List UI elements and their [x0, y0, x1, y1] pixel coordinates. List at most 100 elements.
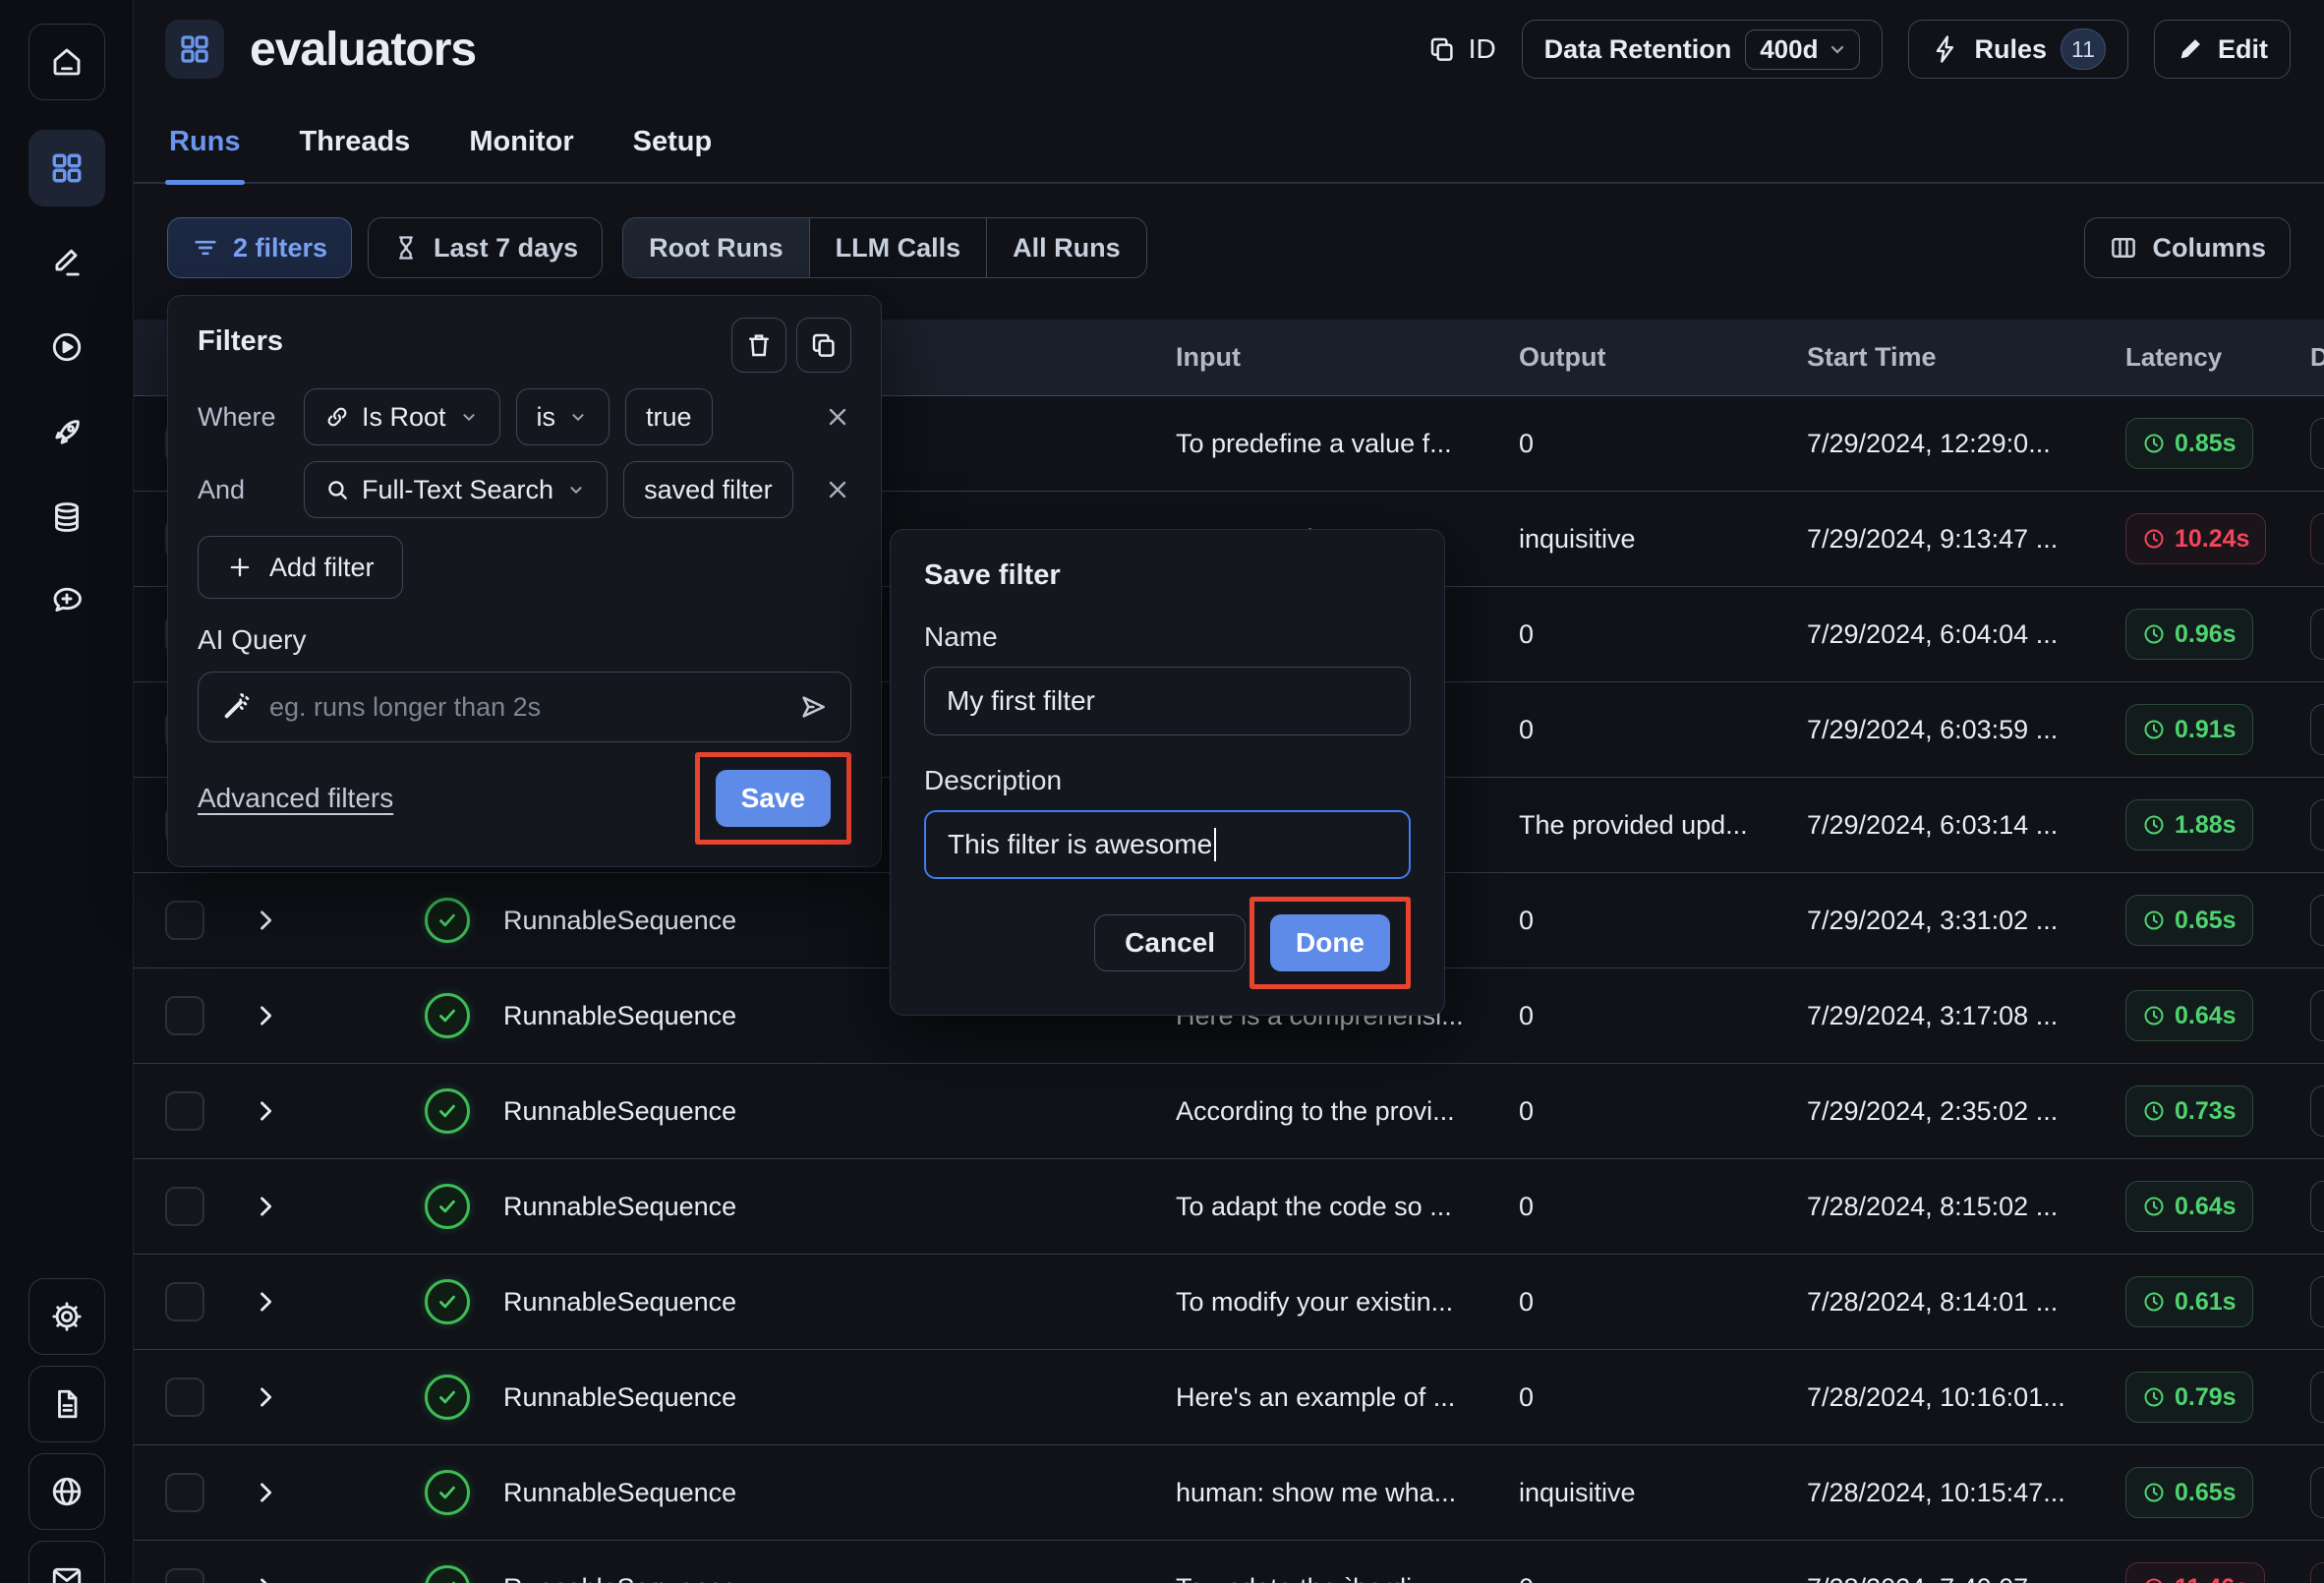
table-row[interactable]: RunnableSequence human: show me wha... i…: [134, 1445, 2324, 1541]
segment-llm-calls[interactable]: LLM Calls: [808, 218, 987, 277]
edit-button[interactable]: Edit: [2154, 20, 2291, 79]
run-output: 0: [1519, 618, 1535, 649]
table-row[interactable]: RunnableSequence To modify your existin.…: [134, 1255, 2324, 1350]
row-checkbox[interactable]: [165, 1378, 204, 1417]
operator-select[interactable]: is: [515, 388, 610, 445]
delete-filters-button[interactable]: [731, 318, 786, 373]
run-name[interactable]: RunnableSequence: [503, 1287, 1176, 1318]
sidebar-item-mail[interactable]: [29, 1541, 105, 1583]
table-row[interactable]: RunnableSequence Here's an example of ..…: [134, 1350, 2324, 1445]
table-row[interactable]: RunnableSequence According to the provi.…: [134, 1064, 2324, 1159]
data-retention-button[interactable]: Data Retention 400d: [1521, 20, 1884, 79]
row-checkbox[interactable]: [165, 996, 204, 1035]
run-start-time: 7/28/2024, 10:16:01...: [1807, 1381, 2065, 1412]
row-checkbox[interactable]: [165, 1187, 204, 1226]
sidebar-item-play-circle[interactable]: [29, 309, 105, 385]
lightning-icon: [1931, 34, 1960, 64]
copy-filters-button[interactable]: [796, 318, 851, 373]
save-filter-button[interactable]: Save: [715, 770, 831, 827]
name-input[interactable]: My first filter: [924, 667, 1411, 735]
row-checkbox[interactable]: [165, 901, 204, 940]
run-output: 0: [1519, 1000, 1535, 1030]
success-status-icon: [425, 993, 470, 1038]
run-start-time: 7/29/2024, 6:03:59 ...: [1807, 714, 2059, 744]
table-row[interactable]: RunnableSequence To update the `bordi...…: [134, 1541, 2324, 1583]
sidebar-item-message-plus[interactable]: [29, 561, 105, 638]
expand-chevron-icon[interactable]: [220, 1193, 299, 1220]
sidebar-item-settings-gear[interactable]: [29, 1278, 105, 1355]
sidebar-item-annotate-pencil[interactable]: [29, 224, 105, 301]
run-output: The provided upd...: [1519, 809, 1748, 840]
columns-button[interactable]: Columns: [2084, 217, 2291, 278]
run-input: Here's an example of ...: [1176, 1381, 1456, 1412]
tab-runs[interactable]: Runs: [165, 120, 245, 185]
rules-button[interactable]: Rules 11: [1908, 20, 2128, 79]
save-filter-modal: Save filter Name My first filter Descrip…: [890, 529, 1445, 1016]
sidebar-item-apps-grid[interactable]: [29, 130, 105, 206]
ai-query-input[interactable]: [269, 691, 780, 723]
time-range-chip[interactable]: Last 7 days: [368, 217, 604, 278]
row-checkbox[interactable]: [165, 1473, 204, 1512]
value-field[interactable]: saved filter: [623, 461, 793, 518]
clipped-badge: [2310, 704, 2324, 755]
segment-root-runs[interactable]: Root Runs: [623, 218, 809, 277]
filters-chip[interactable]: 2 filters: [167, 217, 353, 278]
column-header-output[interactable]: Output: [1519, 342, 1807, 373]
run-name[interactable]: RunnableSequence: [503, 1573, 1176, 1583]
run-output: 0: [1519, 714, 1535, 744]
tab-threads[interactable]: Threads: [296, 120, 415, 182]
expand-chevron-icon[interactable]: [220, 907, 299, 934]
tab-monitor[interactable]: Monitor: [465, 120, 577, 182]
segment-all-runs[interactable]: All Runs: [986, 218, 1146, 277]
run-name[interactable]: RunnableSequence: [503, 1192, 1176, 1222]
sidebar-item-database[interactable]: [29, 479, 105, 556]
copy-id-button[interactable]: ID: [1427, 33, 1496, 65]
run-input: According to the provi...: [1176, 1095, 1455, 1126]
remove-condition-icon[interactable]: [824, 403, 851, 431]
run-name[interactable]: RunnableSequence: [503, 1478, 1176, 1508]
description-input[interactable]: This filter is awesome: [924, 810, 1411, 879]
run-output: 0: [1519, 1095, 1535, 1126]
table-row[interactable]: RunnableSequence To adapt the code so ..…: [134, 1159, 2324, 1255]
column-header-clipped[interactable]: D: [2300, 342, 2324, 373]
row-checkbox[interactable]: [165, 1091, 204, 1131]
cancel-button[interactable]: Cancel: [1094, 914, 1246, 971]
add-filter-button[interactable]: Add filter: [198, 536, 403, 599]
expand-chevron-icon[interactable]: [220, 1002, 299, 1029]
field-select[interactable]: Full-Text Search: [304, 461, 609, 518]
success-status-icon: [425, 1375, 470, 1420]
column-header-latency[interactable]: Latency: [2125, 342, 2300, 373]
data-retention-value[interactable]: 400d: [1745, 29, 1861, 70]
page-title: evaluators: [250, 23, 477, 76]
description-label: Description: [924, 765, 1063, 795]
remove-condition-icon[interactable]: [824, 476, 851, 503]
sidebar-item-rocket[interactable]: [29, 394, 105, 471]
advanced-filters-link[interactable]: Advanced filters: [198, 783, 393, 814]
latency-badge: 0.61s: [2125, 1276, 2253, 1327]
play-circle-icon: [49, 329, 85, 365]
expand-chevron-icon[interactable]: [220, 1574, 299, 1583]
value-field[interactable]: true: [625, 388, 713, 445]
chevron-down-icon: [567, 406, 589, 428]
row-checkbox[interactable]: [165, 1568, 204, 1583]
run-name[interactable]: RunnableSequence: [503, 1382, 1176, 1413]
run-name[interactable]: RunnableSequence: [503, 1096, 1176, 1127]
column-header-input[interactable]: Input: [1176, 342, 1519, 373]
sidebar-item-globe[interactable]: [29, 1453, 105, 1530]
expand-chevron-icon[interactable]: [220, 1288, 299, 1316]
page-header: evaluators ID Data Retention 400d Rules …: [134, 0, 2324, 87]
column-header-start-time[interactable]: Start Time: [1807, 342, 2125, 373]
expand-chevron-icon[interactable]: [220, 1383, 299, 1411]
expand-chevron-icon[interactable]: [220, 1097, 299, 1125]
send-icon[interactable]: [797, 691, 829, 723]
sidebar-item-home[interactable]: [29, 24, 105, 100]
hourglass-icon: [392, 234, 420, 262]
tab-setup[interactable]: Setup: [629, 120, 717, 182]
field-select[interactable]: Is Root: [304, 388, 500, 445]
done-button[interactable]: Done: [1270, 914, 1390, 971]
filter-condition-where: Where Is Root is true: [198, 388, 851, 445]
run-start-time: 7/29/2024, 2:35:02 ...: [1807, 1095, 2059, 1126]
row-checkbox[interactable]: [165, 1282, 204, 1321]
expand-chevron-icon[interactable]: [220, 1479, 299, 1506]
sidebar-item-document[interactable]: [29, 1366, 105, 1442]
